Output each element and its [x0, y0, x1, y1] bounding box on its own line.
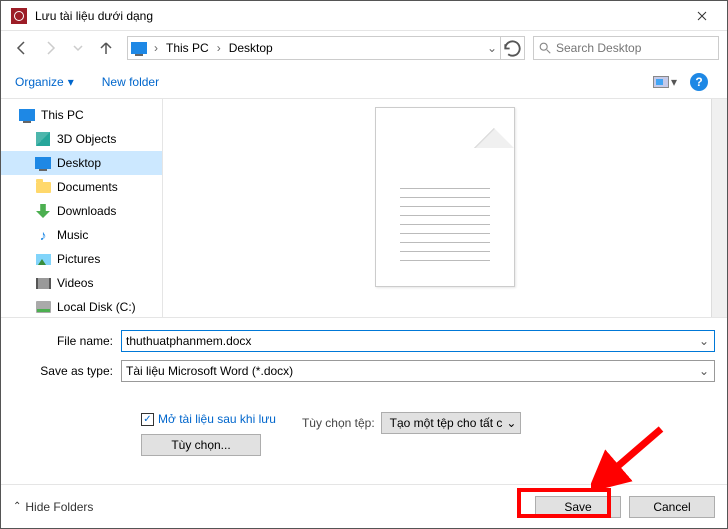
tree-localdisk[interactable]: Local Disk (C:) [1, 295, 162, 317]
document-thumbnail[interactable] [375, 107, 515, 287]
tree-documents[interactable]: Documents [1, 175, 162, 199]
recent-dropdown[interactable] [65, 36, 91, 60]
tree-desktop[interactable]: Desktop [1, 151, 162, 175]
cancel-button[interactable]: Cancel [629, 496, 715, 518]
filename-input[interactable]: thuthuatphanmem.docx ⌄ [121, 330, 715, 352]
help-button[interactable]: ? [685, 70, 713, 94]
new-folder-button[interactable]: New folder [102, 75, 159, 89]
scrollbar[interactable] [711, 99, 727, 317]
saveastype-select[interactable]: Tài liệu Microsoft Word (*.docx) ⌄ [121, 360, 715, 382]
app-icon [11, 8, 27, 24]
filename-label: File name: [13, 334, 121, 348]
breadcrumb-desktop[interactable]: Desktop [225, 37, 277, 59]
chevron-down-icon[interactable]: ⌄ [696, 363, 712, 379]
tree-3dobjects[interactable]: 3D Objects [1, 127, 162, 151]
forward-button[interactable] [37, 36, 63, 60]
file-options-label: Tùy chọn tệp: [302, 416, 375, 430]
tree-music[interactable]: ♪Music [1, 223, 162, 247]
saveastype-label: Save as type: [13, 364, 121, 378]
checkbox-icon: ✓ [141, 413, 154, 426]
organize-label: Organize [15, 75, 64, 89]
open-after-save-checkbox[interactable]: ✓ Mở tài liệu sau khi lưu [141, 412, 276, 426]
search-icon [538, 41, 552, 55]
tree-videos[interactable]: Videos [1, 271, 162, 295]
hide-folders-button[interactable]: ⌃ Hide Folders [13, 500, 93, 514]
chevron-down-icon: ⌄ [506, 416, 516, 430]
tree-thispc[interactable]: This PC [1, 103, 162, 127]
search-input[interactable] [533, 36, 719, 60]
chevron-up-icon: ⌃ [13, 501, 21, 512]
search-field[interactable] [552, 41, 714, 55]
chevron-right-icon[interactable]: › [150, 41, 162, 55]
tree-pictures[interactable]: Pictures [1, 247, 162, 271]
save-button[interactable]: Save [535, 496, 621, 518]
file-options-select[interactable]: Tạo một tệp cho tất c ⌄ [381, 412, 522, 434]
chevron-down-icon: ▾ [68, 75, 74, 89]
chevron-right-icon[interactable]: › [213, 41, 225, 55]
breadcrumb[interactable]: › This PC › Desktop ⌄ [127, 36, 525, 60]
up-button[interactable] [93, 36, 119, 60]
options-button[interactable]: Tùy chọn... [141, 434, 261, 456]
file-listing[interactable] [163, 99, 727, 317]
organize-menu[interactable]: Organize ▾ [15, 75, 74, 89]
window-title: Lưu tài liệu dưới dạng [33, 9, 681, 23]
tree-downloads[interactable]: Downloads [1, 199, 162, 223]
back-button[interactable] [9, 36, 35, 60]
monitor-icon [128, 37, 150, 59]
view-mode-button[interactable]: ▾ [651, 70, 679, 94]
chevron-down-icon[interactable]: ⌄ [484, 41, 500, 55]
close-button[interactable] [681, 1, 723, 31]
breadcrumb-thispc[interactable]: This PC [162, 37, 213, 59]
refresh-button[interactable] [500, 36, 524, 60]
folder-tree[interactable]: This PC 3D Objects Desktop Documents Dow… [1, 99, 163, 317]
chevron-down-icon[interactable]: ⌄ [696, 333, 712, 349]
